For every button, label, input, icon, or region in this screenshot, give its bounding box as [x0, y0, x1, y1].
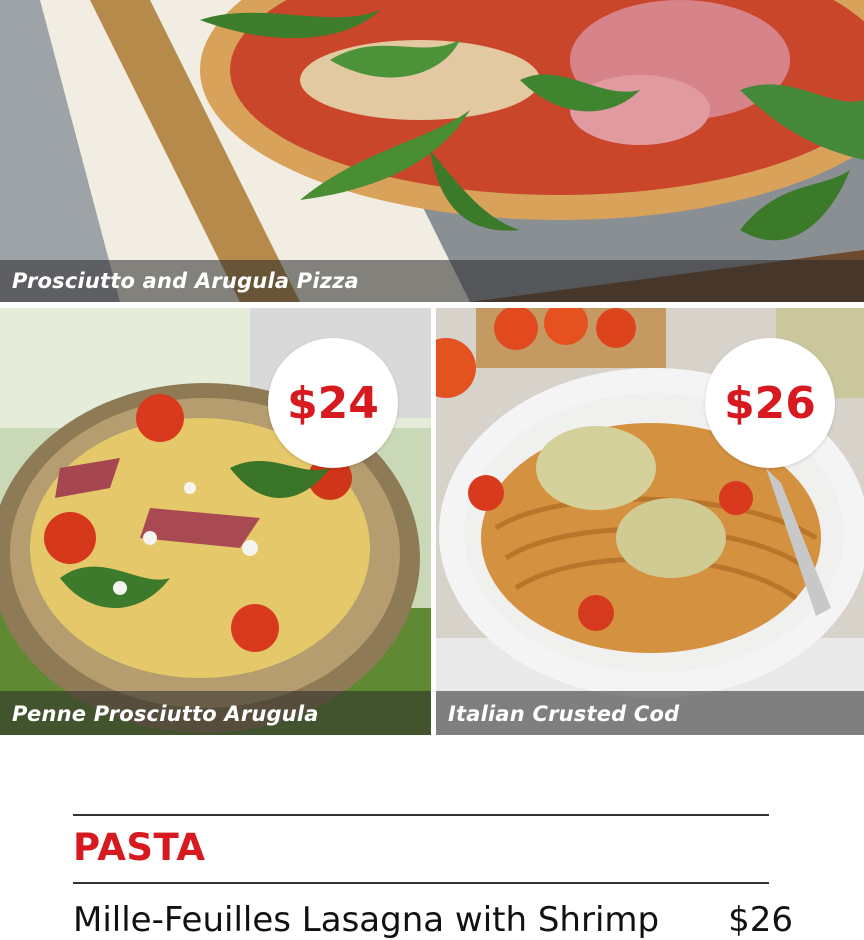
section-divider-top: [73, 814, 769, 816]
section-divider-bottom: [73, 882, 769, 884]
menu-item: Mille-Feuilles Lasagna with Shrimp $26: [73, 900, 793, 940]
dish-caption: Penne Prosciutto Arugula: [12, 702, 319, 726]
price-badge: $26: [705, 338, 835, 468]
menu-item-name: Mille-Feuilles Lasagna with Shrimp: [73, 900, 660, 940]
menu-item-price: $26: [728, 900, 793, 940]
dish-tile-penne[interactable]: $24 Penne Prosciutto Arugula: [0, 308, 431, 735]
section-title: PASTA: [73, 826, 206, 869]
dish-caption: Prosciutto and Arugula Pizza: [12, 269, 359, 293]
dish-tile-cod[interactable]: $26 Italian Crusted Cod: [436, 308, 864, 735]
dish-caption: Italian Crusted Cod: [448, 702, 680, 726]
price-badge: $24: [268, 338, 398, 468]
pizza-photo: [0, 0, 864, 302]
dish-tile-pizza[interactable]: Prosciutto and Arugula Pizza: [0, 0, 864, 302]
